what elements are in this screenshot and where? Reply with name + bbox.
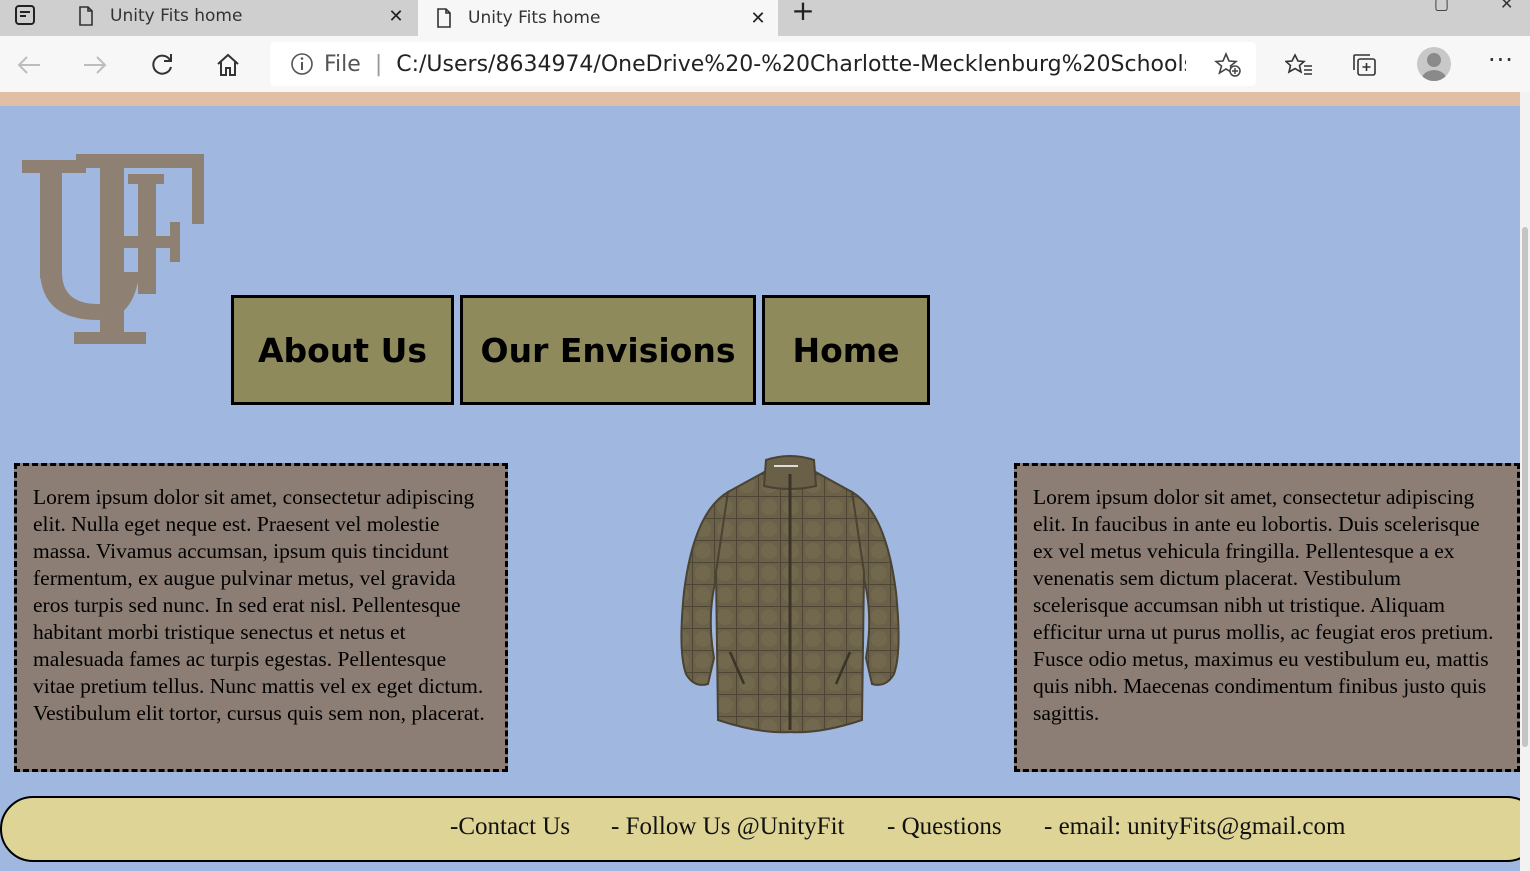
close-tab-icon[interactable]: ✕: [376, 6, 416, 27]
url-text[interactable]: C:/Users/8634974/OneDrive%20-%20Charlott…: [396, 52, 1186, 77]
unity-fits-logo: [22, 154, 204, 344]
footer-follow-link[interactable]: - Follow Us @UnityFit: [611, 813, 844, 841]
add-favorite-icon[interactable]: [1214, 52, 1242, 78]
refresh-icon: [152, 54, 172, 75]
tab-title: Unity Fits home: [110, 6, 243, 26]
nav-about-us-button[interactable]: About Us: [231, 295, 454, 405]
jacket-image: [680, 455, 900, 734]
close-tab-icon[interactable]: ✕: [738, 8, 778, 29]
user-icon: [1421, 53, 1447, 81]
address-bar[interactable]: File | C:/Users/8634974/OneDrive%20-%20C…: [270, 42, 1256, 86]
collections-button[interactable]: [1348, 48, 1382, 82]
favorites-button[interactable]: [1282, 48, 1316, 82]
forward-arrow-icon: [84, 56, 107, 74]
home-button[interactable]: [211, 48, 245, 82]
scheme-label: File: [324, 51, 361, 77]
document-icon: [437, 8, 451, 28]
home-icon: [217, 53, 239, 76]
profile-avatar[interactable]: [1417, 47, 1451, 81]
favorites-icon: [1285, 53, 1312, 75]
back-button[interactable]: [12, 48, 46, 82]
window-close-icon[interactable]: ✕: [1500, 0, 1513, 13]
page-content: About Us Our Envisions Home Lorem ipsum …: [0, 92, 1520, 871]
info-icon[interactable]: [290, 52, 314, 76]
left-text-box: Lorem ipsum dolor sit amet, consectetur …: [14, 463, 508, 772]
browser-toolbar: File | C:/Users/8634974/OneDrive%20-%20C…: [0, 36, 1530, 92]
nav-home-button[interactable]: Home: [762, 295, 930, 405]
page-scrollbar[interactable]: [1520, 92, 1530, 871]
document-icon: [79, 6, 93, 26]
collections-icon: [1353, 54, 1376, 76]
tab-actions-icon: [15, 5, 35, 25]
footer-email[interactable]: - email: unityFits@gmail.com: [1044, 813, 1345, 841]
tab-strip: Unity Fits home ✕ Unity Fits home ✕ + ▢ …: [0, 0, 1530, 36]
top-color-strip: [0, 92, 1520, 106]
back-arrow-icon: [17, 56, 40, 74]
nav-our-envisions-button[interactable]: Our Envisions: [460, 295, 756, 405]
scrollbar-thumb[interactable]: [1522, 227, 1528, 747]
tab-actions-button[interactable]: [0, 0, 50, 30]
more-options-icon[interactable]: ···: [1488, 46, 1514, 74]
right-text-box: Lorem ipsum dolor sit amet, consectetur …: [1014, 463, 1520, 772]
footer-questions-link[interactable]: - Questions: [887, 813, 1002, 841]
forward-button[interactable]: [78, 48, 112, 82]
refresh-button[interactable]: [145, 48, 179, 82]
site-footer: -Contact Us - Follow Us @UnityFit - Ques…: [0, 796, 1520, 862]
tab-title: Unity Fits home: [468, 8, 601, 28]
footer-contact-link[interactable]: -Contact Us: [450, 813, 570, 841]
address-separator: |: [374, 51, 383, 77]
maximize-icon[interactable]: ▢: [1434, 0, 1449, 13]
tab-inactive[interactable]: Unity Fits home ✕: [60, 0, 416, 32]
new-tab-icon[interactable]: +: [790, 0, 816, 25]
tab-active[interactable]: Unity Fits home ✕: [418, 0, 778, 36]
